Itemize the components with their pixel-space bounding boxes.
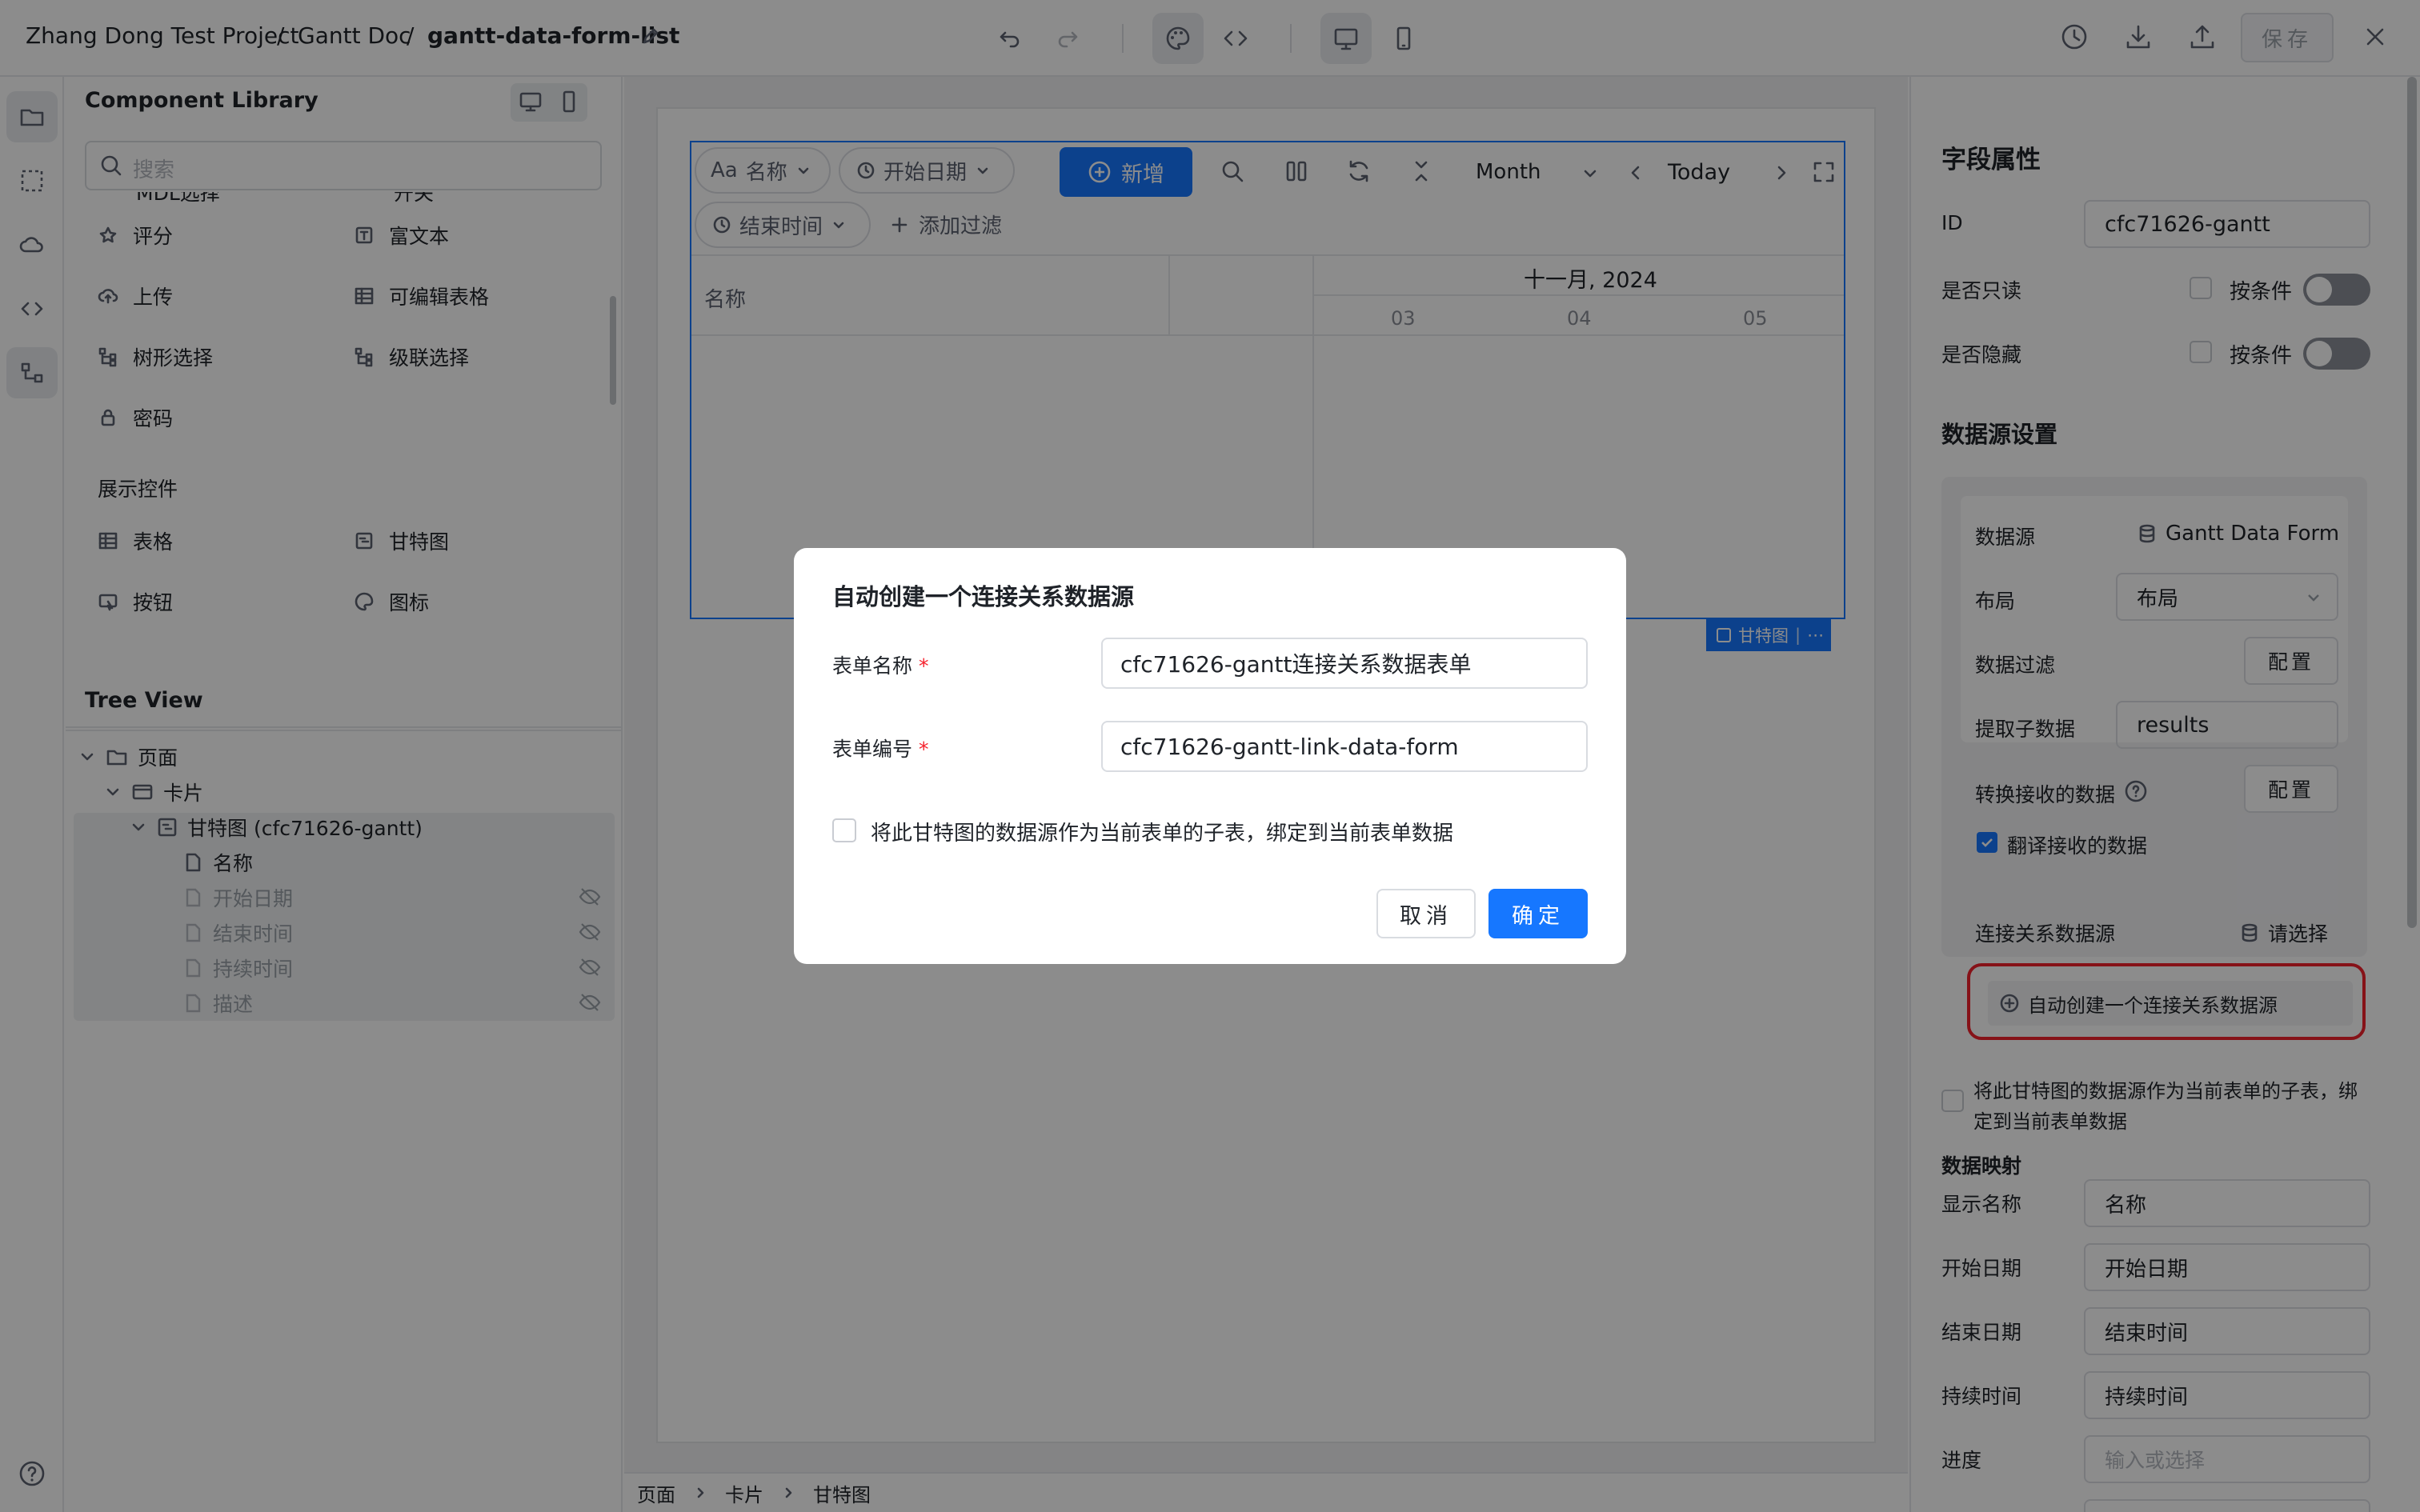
- form-code-label-text: 表单编号: [832, 738, 913, 761]
- form-name-label: 表单名称 *: [832, 650, 929, 679]
- cancel-button[interactable]: 取消: [1376, 889, 1476, 938]
- modal-title: 自动创建一个连接关系数据源: [832, 583, 1135, 610]
- form-code-input[interactable]: cfc71626-gantt-link-data-form: [1101, 721, 1588, 772]
- form-code-label: 表单编号 *: [832, 734, 929, 762]
- form-name-input[interactable]: cfc71626-gantt连接关系数据表单: [1101, 638, 1588, 689]
- auto-create-modal: 自动创建一个连接关系数据源 表单名称 * cfc71626-gantt连接关系数据…: [794, 548, 1626, 964]
- required-mark: *: [919, 738, 929, 761]
- required-mark: *: [919, 654, 929, 678]
- confirm-button[interactable]: 确定: [1488, 889, 1588, 938]
- subtable-checkbox-label: 将此甘特图的数据源作为当前表单的子表，绑定到当前表单数据: [871, 822, 1454, 846]
- form-name-label-text: 表单名称: [832, 654, 913, 678]
- subtable-checkbox[interactable]: [832, 818, 856, 842]
